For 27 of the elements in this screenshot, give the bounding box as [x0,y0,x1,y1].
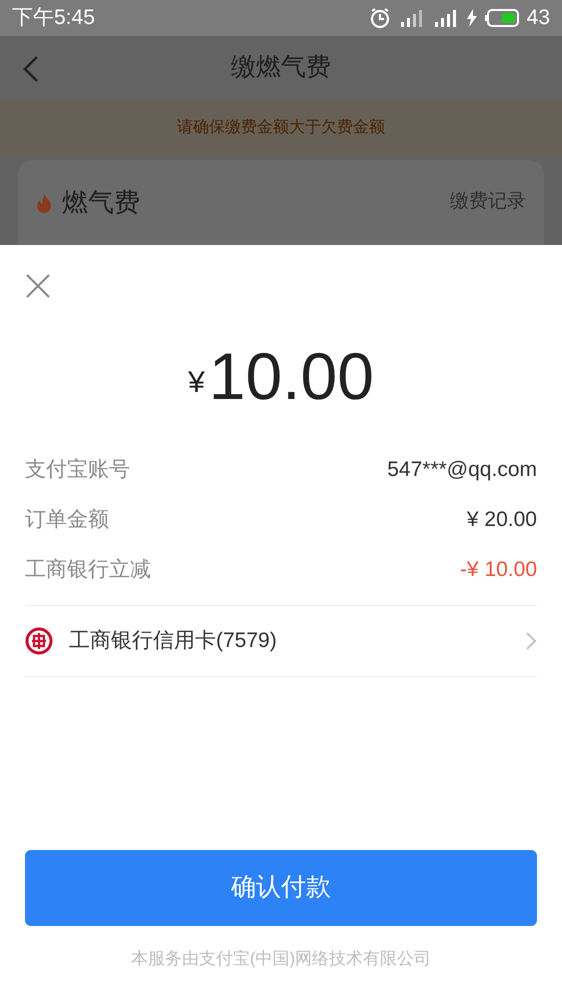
row-value: ¥ 20.00 [466,507,537,534]
battery-level: 43 [526,5,550,32]
row-label: 订单金额 [25,507,109,534]
footer-text: 本服务由支付宝(中国)网络技术有限公司 [130,948,432,970]
back-icon[interactable] [22,55,40,83]
payment-amount: 10.00 [208,343,374,409]
signal-icon [398,7,425,29]
page-title: 缴燃气费 [231,52,331,84]
close-icon[interactable] [25,273,51,299]
payment-method[interactable]: 工商银行信用卡(7579) [69,625,277,657]
row-label: 工商银行立减 [25,557,151,584]
alarm-icon [368,7,391,29]
battery-icon [484,8,519,28]
signal-icon [432,7,459,29]
currency-symbol: ¥ [188,365,205,401]
card-title: 燃气费 [62,186,140,219]
history-link[interactable]: 缴费记录 [450,188,526,217]
status-time: 下午5:45 [12,5,95,32]
charging-icon [466,9,477,27]
bank-logo-icon [25,627,53,655]
confirm-payment-button[interactable]: 确认付款 [25,850,537,926]
row-label: 支付宝账号 [25,457,130,484]
chevron-right-icon[interactable] [525,631,537,651]
flame-icon [36,192,52,212]
row-value: 547***@qq.com [387,457,537,484]
notice-text: 请确保缴费金额大于欠费金额 [177,118,385,138]
row-value: -¥ 10.00 [460,557,537,584]
